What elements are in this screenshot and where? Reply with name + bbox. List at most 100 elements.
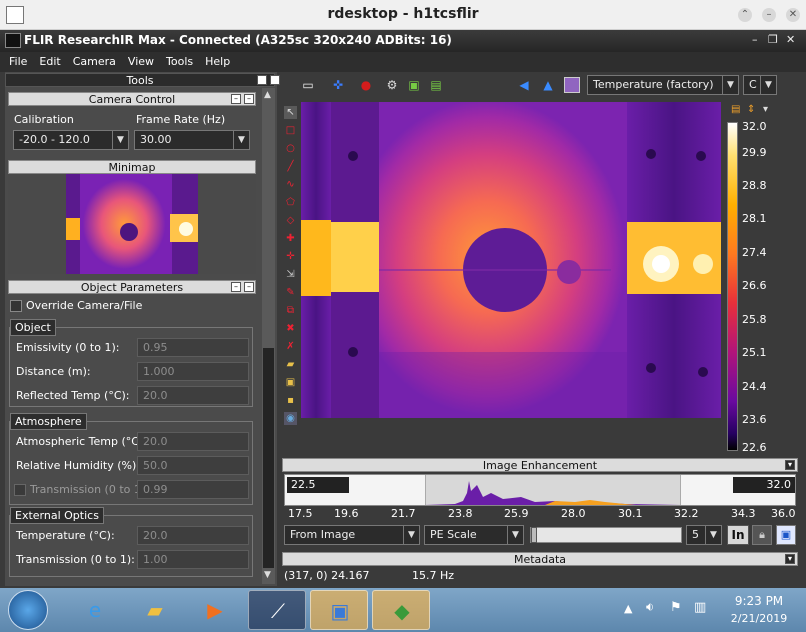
start-button[interactable] [8,590,48,630]
save-folder-icon[interactable]: ▣ [284,376,297,389]
enhancement-slider[interactable] [530,527,682,543]
scale-settings-icon-3[interactable]: ▾ [763,104,768,115]
histogram[interactable]: 22.5 32.0 [284,474,796,506]
palette-icon[interactable] [564,77,580,93]
edit-tool-icon[interactable]: ✎ [284,286,297,299]
optics-temp-field[interactable]: 20.0 [137,526,249,545]
line-tool-icon[interactable]: ╱ [284,160,297,173]
camera-settings-icon[interactable]: ⚙ [384,77,400,93]
tray-expand-icon[interactable]: ▲ [624,602,632,615]
window-layout-icon[interactable]: ▭ [300,77,316,93]
reflected-temp-field[interactable]: 20.0 [137,386,249,405]
clock-date[interactable]: 2/21/2019 [724,612,794,625]
enhancement-level-select[interactable]: 5 ▼ [686,525,722,545]
chevron-down-icon: ▼ [403,526,419,544]
apply-icon[interactable]: ▣ [776,525,796,545]
lock-icon[interactable]: 🔒︎ [752,525,772,545]
taskbar-media[interactable]: ▶ [186,590,244,630]
distance-field[interactable]: 1.000 [137,362,249,381]
record-icon[interactable]: ● [358,77,374,93]
scale-settings-icon-2[interactable]: ⇕ [747,104,755,115]
crosshair-icon[interactable]: ✜ [330,77,346,93]
rectangle-tool-icon[interactable]: □ [284,124,297,137]
object-params-close-icon[interactable]: – [244,282,254,292]
menu-edit[interactable]: Edit [30,52,63,68]
menu-tools[interactable]: Tools [157,52,196,68]
humidity-field[interactable]: 50.0 [137,456,249,475]
taskbar-flir[interactable]: ⟋ [248,590,306,630]
export-image-icon[interactable]: ▤ [428,77,444,93]
histogram-min-value[interactable]: 22.5 [287,477,349,493]
emissivity-field[interactable]: 0.95 [137,338,249,357]
menu-camera[interactable]: Camera [64,52,119,68]
volume-icon[interactable]: 🔉︎ [646,600,654,615]
in-button[interactable]: In [727,525,749,545]
flip-vertical-icon[interactable]: ▲ [540,77,556,93]
unit-select[interactable]: C ▼ [743,75,777,95]
chevron-down-icon[interactable]: ▾ [785,554,795,564]
menu-view[interactable]: View [119,52,157,68]
spot-cross-tool-icon[interactable]: ✛ [284,250,297,263]
camera-control-close-icon[interactable]: – [244,94,254,104]
move-tool-icon[interactable]: ⇲ [284,268,297,281]
pointer-tool-icon[interactable]: ↖ [284,106,297,119]
external-optics-group-title: External Optics [10,507,104,524]
scroll-down-icon[interactable]: ▼ [264,570,271,580]
thermal-image-view[interactable] [301,102,721,418]
distance-label: Distance (m): [16,365,91,378]
flag-icon[interactable]: ⚑ [670,600,682,615]
app-minimize-button[interactable]: – [752,33,758,46]
slider-handle[interactable] [531,527,537,543]
image-icon[interactable]: ▣ [406,77,422,93]
taskbar-app-3[interactable]: ◆ [372,590,430,630]
temperature-mode-select[interactable]: Temperature (factory) ▼ [587,75,739,95]
tools-close-icon[interactable]: × [270,75,280,85]
ellipse-tool-icon[interactable]: ○ [284,142,297,155]
scroll-up-icon[interactable]: ▲ [264,90,271,100]
freeform-tool-icon[interactable]: ◇ [284,214,297,227]
taskbar-explorer[interactable]: ▰ [126,590,184,630]
enhancement-scale-select[interactable]: PE Scale ▼ [424,525,524,545]
tools-scrollbar[interactable]: ▲ ▼ [262,88,275,584]
flip-horizontal-icon[interactable]: ◀ [516,77,532,93]
taskbar-ie[interactable]: e [66,590,124,630]
chevron-down-icon[interactable]: ▾ [785,460,795,470]
color-scale-bar[interactable] [727,122,738,451]
open-folder-icon[interactable]: ▰ [284,358,297,371]
outer-close-button[interactable]: ✕ [786,8,800,22]
app-restore-button[interactable]: ❐ [768,33,778,46]
transmission-checkbox[interactable] [14,484,26,496]
scale-settings-icon-1[interactable]: ▤ [731,104,740,115]
app-close-button[interactable]: ✕ [786,33,795,46]
copy-roi-icon[interactable]: ⧉ [284,304,297,317]
scrollbar-thumb[interactable] [263,348,274,568]
chevron-down-icon: ▼ [507,526,523,544]
polyline-tool-icon[interactable]: ∿ [284,178,297,191]
minimap-thermal-image[interactable] [66,174,198,274]
outer-minimize-button[interactable]: – [762,8,776,22]
frame-rate-select[interactable]: 30.00 ▼ [134,130,250,150]
taskbar-app-2[interactable]: ▣ [310,590,368,630]
chevron-down-icon: ▼ [760,76,776,94]
outer-maximize-button[interactable]: ⌃ [738,8,752,22]
network-icon[interactable]: ▥ [694,600,706,615]
enhancement-source-select[interactable]: From Image ▼ [284,525,420,545]
override-checkbox[interactable] [10,300,22,312]
delete-all-roi-icon[interactable]: ✗ [284,340,297,353]
menu-file[interactable]: File [0,52,30,68]
save-icon[interactable]: ▪ [284,394,297,407]
object-params-minimize-icon[interactable]: – [231,282,241,292]
atm-temp-field[interactable]: 20.0 [137,432,249,451]
transmission-field[interactable]: 0.99 [137,480,249,499]
camera-control-minimize-icon[interactable]: – [231,94,241,104]
delete-roi-icon[interactable]: ✖ [284,322,297,335]
calibration-select[interactable]: -20.0 - 120.0 ▼ [13,130,129,150]
optics-transmission-field[interactable]: 1.00 [137,550,249,569]
clock-time[interactable]: 9:23 PM [724,594,794,608]
spot-tool-icon[interactable]: ✚ [284,232,297,245]
view-icon[interactable]: ◉ [284,412,297,425]
histogram-max-value[interactable]: 32.0 [733,477,795,493]
polygon-tool-icon[interactable]: ⬠ [284,196,297,209]
tools-add-icon[interactable]: + [257,75,267,85]
menu-help[interactable]: Help [196,52,233,68]
